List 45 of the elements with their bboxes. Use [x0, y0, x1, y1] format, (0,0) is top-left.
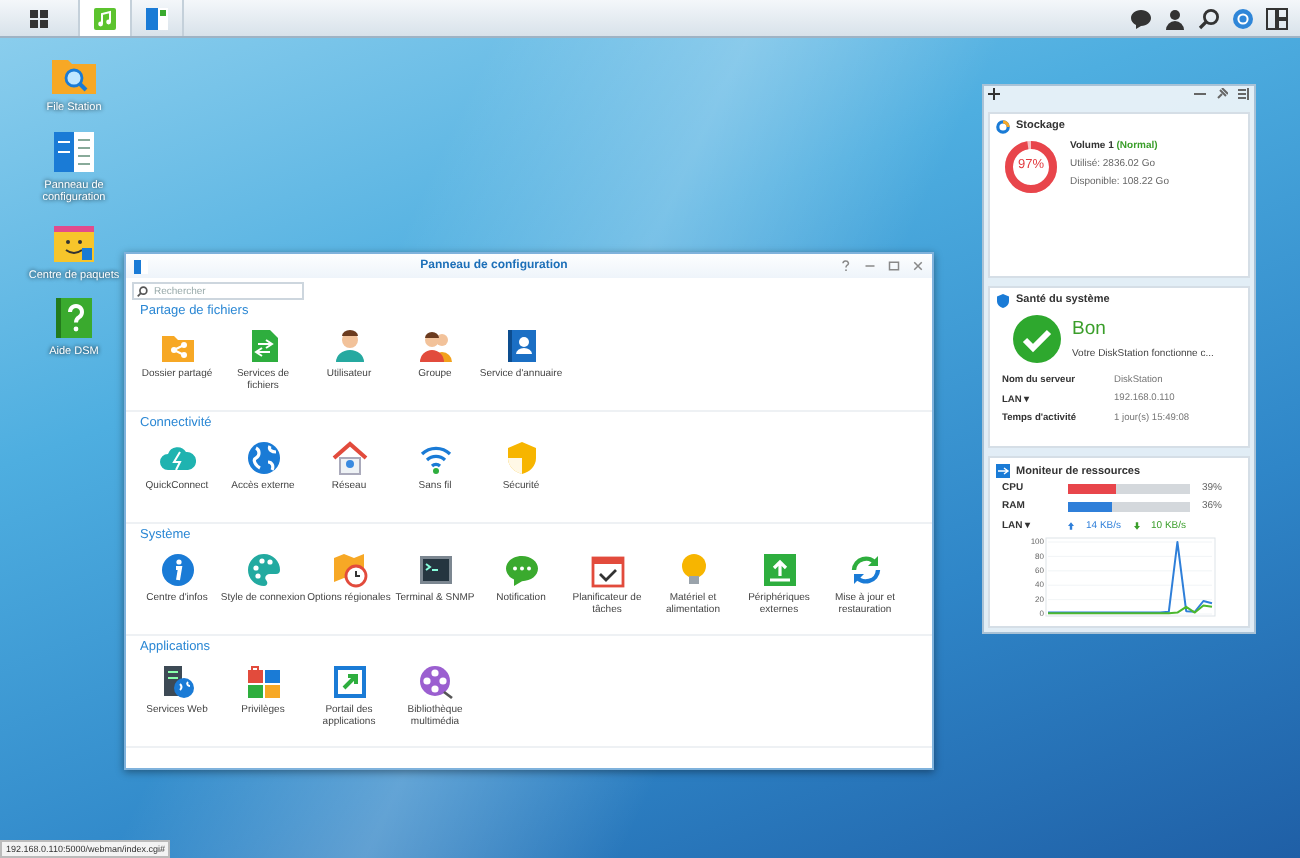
- people-icon: [417, 328, 453, 364]
- chat-bubble-icon: [503, 552, 539, 588]
- terminal-icon: [417, 552, 453, 588]
- donut-chart: [1004, 139, 1058, 194]
- search-icon[interactable]: [1198, 7, 1220, 29]
- search-icon: [136, 285, 148, 297]
- minimize-icon[interactable]: [1194, 88, 1206, 101]
- pin-icon[interactable]: [1216, 88, 1228, 101]
- globe-icon: [245, 440, 281, 476]
- film-reel-icon: [417, 664, 453, 700]
- maximize-icon[interactable]: [888, 260, 900, 272]
- close-icon[interactable]: [912, 260, 924, 272]
- shield-icon: [996, 293, 1010, 308]
- calendar-icon: [589, 552, 625, 588]
- server-globe-icon: [159, 664, 195, 700]
- person-icon: [331, 328, 367, 364]
- house-icon: [331, 440, 367, 476]
- upload-arrow-icon: [1068, 521, 1074, 529]
- control-panel-icon: [134, 259, 148, 273]
- question-book-icon[interactable]: [50, 294, 98, 343]
- health-status: Bon: [1072, 317, 1108, 340]
- circle-icon[interactable]: [1232, 7, 1254, 29]
- upload-icon: [761, 552, 797, 588]
- arrow-frame-icon: [331, 664, 367, 700]
- monitor-icon: [996, 464, 1010, 478]
- control-panel-icon: [146, 7, 168, 29]
- user-icon[interactable]: [1164, 7, 1186, 29]
- download-arrow-icon: [1133, 521, 1140, 529]
- grid-icon: [28, 7, 50, 29]
- add-icon[interactable]: [988, 88, 1000, 101]
- map-clock-icon: [331, 552, 367, 588]
- chat-bubble-icon[interactable]: [1130, 7, 1152, 29]
- help-icon[interactable]: [840, 260, 852, 272]
- control-panel-icon[interactable]: [50, 127, 98, 176]
- info-icon: [159, 552, 195, 588]
- palette-icon: [245, 552, 281, 588]
- sidebar-icon[interactable]: [1238, 88, 1250, 101]
- ring-icon: [996, 119, 1010, 134]
- shield-icon: [503, 440, 539, 476]
- refresh-icon: [847, 552, 883, 588]
- tiles-lock-icon: [245, 664, 281, 700]
- checkmark-icon: [1012, 313, 1062, 364]
- widgets-icon[interactable]: [1266, 7, 1288, 29]
- music-note-icon: [94, 7, 116, 29]
- contact-book-icon: [503, 328, 539, 364]
